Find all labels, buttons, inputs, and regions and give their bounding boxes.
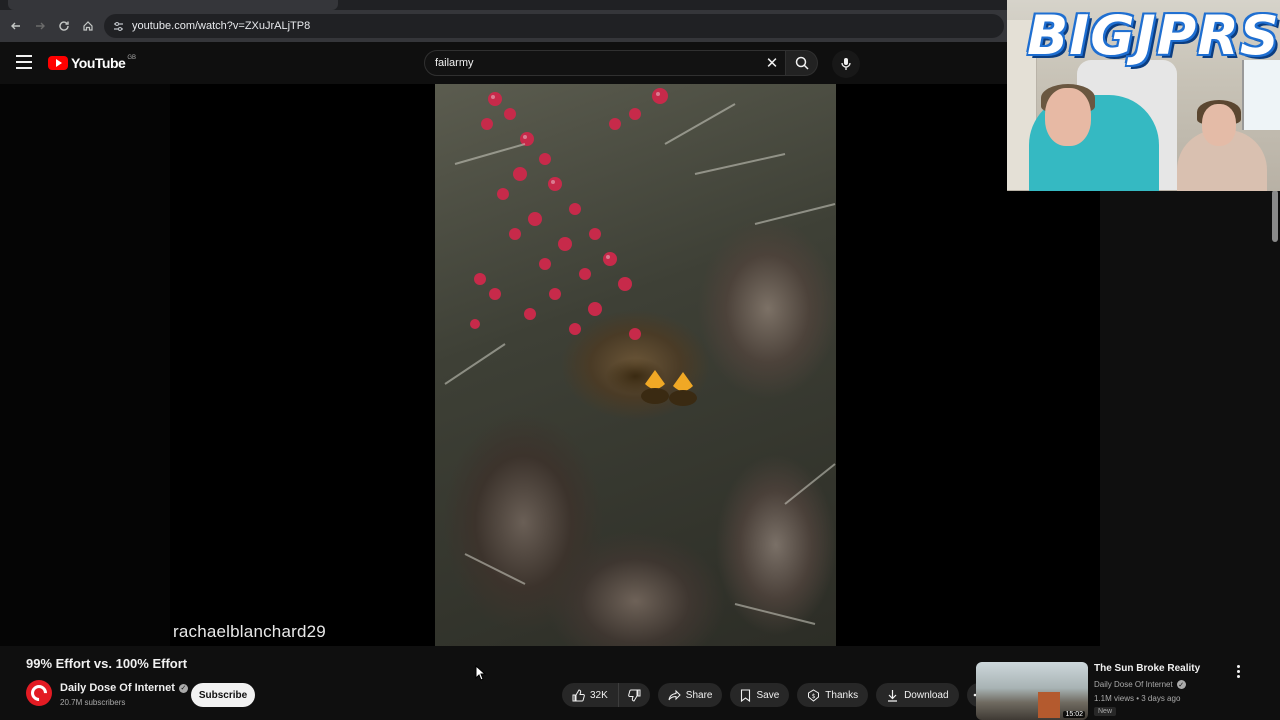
share-label: Share	[685, 689, 713, 701]
search-input[interactable]: failarmy ✕	[424, 50, 786, 76]
arrow-right-icon	[36, 22, 45, 30]
subscriber-count: 20.7M subscribers	[60, 698, 126, 707]
search-button[interactable]	[786, 50, 818, 76]
recommendation-channel[interactable]: Daily Dose Of Internet ✓	[1094, 680, 1186, 689]
youtube-wordmark: YouTube	[71, 55, 126, 71]
verified-icon: ✓	[1176, 680, 1186, 689]
forward-button[interactable]	[28, 14, 52, 38]
like-dislike-group: 32K	[562, 683, 650, 707]
thanks-button[interactable]: $ Thanks	[797, 683, 869, 707]
channel-name-text[interactable]: Daily Dose Of Internet	[60, 682, 175, 694]
reload-icon	[59, 21, 69, 31]
recommendation-thumbnail[interactable]: 15:02	[976, 662, 1088, 720]
thumbs-down-icon	[627, 689, 641, 702]
thanks-label: Thanks	[825, 689, 859, 701]
home-button[interactable]	[76, 14, 100, 38]
video-title: 99% Effort vs. 100% Effort	[26, 656, 188, 671]
region-code: GB	[127, 55, 136, 61]
save-button[interactable]: Save	[730, 683, 790, 707]
arrow-left-icon	[11, 22, 20, 30]
like-count: 32K	[590, 689, 608, 701]
channel-avatar[interactable]	[26, 680, 52, 706]
url-text[interactable]: youtube.com/watch?v=ZXuJrALjTP8	[132, 20, 310, 32]
recommendation-channel-text[interactable]: Daily Dose Of Internet	[1094, 680, 1173, 689]
bookmark-icon	[741, 688, 751, 702]
search-query[interactable]: failarmy	[435, 57, 759, 69]
download-label: Download	[904, 689, 949, 701]
recommendation-menu-icon[interactable]	[1232, 662, 1244, 680]
site-info-icon[interactable]	[110, 18, 126, 34]
active-tab[interactable]	[8, 0, 338, 10]
recommendation-title[interactable]: The Sun Broke Reality	[1094, 663, 1200, 674]
share-button[interactable]: Share	[657, 683, 723, 707]
download-button[interactable]: Download	[876, 683, 959, 707]
nest-scene-illustration	[444, 88, 836, 625]
menu-icon[interactable]	[16, 55, 32, 69]
back-button[interactable]	[4, 14, 28, 38]
video-watermark: rachaelblanchard29	[173, 622, 326, 641]
recommendation-duration: 15:02	[1063, 711, 1085, 718]
voice-search-button[interactable]	[832, 50, 860, 78]
search-icon	[795, 56, 809, 70]
webcam-overlay: BIGJPRS	[1007, 0, 1280, 191]
verified-icon: ✓	[178, 683, 188, 693]
subscribe-button[interactable]: Subscribe	[191, 683, 255, 707]
thanks-icon: $	[808, 688, 820, 702]
share-icon	[668, 689, 681, 700]
channel-name[interactable]: Daily Dose Of Internet ✓	[60, 682, 188, 694]
microphone-icon	[841, 58, 851, 70]
save-label: Save	[756, 689, 780, 701]
dislike-button[interactable]	[618, 683, 650, 707]
channel-logo-text: BIGJPRS	[1027, 4, 1280, 67]
recommendation-meta: 1.1M views • 3 days ago	[1094, 694, 1181, 703]
new-badge: New	[1094, 707, 1117, 716]
svg-text:$: $	[812, 693, 816, 700]
reload-button[interactable]	[52, 14, 76, 38]
page-scrollbar[interactable]	[1272, 190, 1278, 242]
clear-search-icon[interactable]: ✕	[759, 54, 785, 72]
address-bar[interactable]: youtube.com/watch?v=ZXuJrALjTP8	[104, 14, 1004, 38]
action-bar: 32K Share Save $ Thanks Download	[562, 683, 999, 707]
video-frame[interactable]	[435, 84, 836, 646]
home-icon	[83, 21, 93, 31]
like-button[interactable]: 32K	[562, 683, 619, 707]
thumbs-up-icon	[572, 688, 585, 701]
youtube-logo[interactable]: YouTube GB	[48, 55, 136, 71]
download-icon	[888, 689, 898, 702]
youtube-play-icon	[48, 56, 68, 70]
